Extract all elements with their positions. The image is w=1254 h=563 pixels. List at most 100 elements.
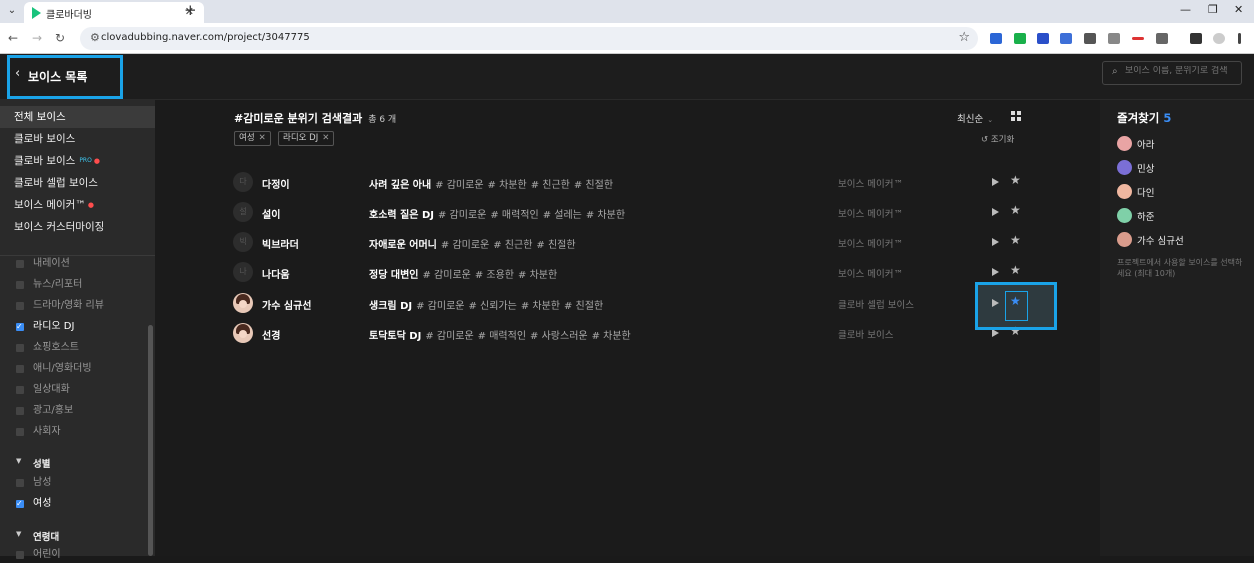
extension-red-icon[interactable]	[1132, 37, 1144, 40]
voice-desc-text: 생크림 DJ	[369, 301, 413, 312]
voice-avatar: 다	[233, 172, 253, 192]
voice-tag: # 조용한	[474, 270, 515, 281]
grid-view-icon[interactable]	[1011, 111, 1021, 121]
sidebar-item-clova-voice-pro[interactable]: 클로바 보이스 PRO ●	[0, 150, 155, 172]
extensions-puzzle-icon[interactable]	[1156, 33, 1168, 44]
tab-title: 클로바더빙	[46, 10, 92, 21]
favorite-star-icon[interactable]: ★	[1010, 203, 1021, 217]
checkbox[interactable]	[16, 344, 24, 352]
sidebar-scrollbar[interactable]	[148, 325, 153, 556]
voice-row[interactable]: 설 설이 호소력 짙은 DJ # 감미로운 # 매력적인 # 설레는 # 차분한 보이스 메이…	[233, 198, 1033, 228]
filter-label: 드라마/영화 리뷰	[33, 300, 104, 311]
favorite-name: 다인	[1137, 188, 1155, 199]
play-icon[interactable]	[992, 329, 999, 337]
voice-description: 자애로운 어머니 # 감미로운 # 친근한 # 친절한	[369, 236, 576, 251]
sidebar-item-voice-maker[interactable]: 보이스 메이커™ ●	[0, 194, 155, 216]
voice-row[interactable]: 빅 빅브라더 자애로운 어머니 # 감미로운 # 친근한 # 친절한 보이스 메이커™ ★	[233, 228, 1033, 258]
favorite-star-icon[interactable]: ★	[1010, 173, 1021, 187]
favorites-panel: 즐겨찾기 5 아라 민상 다인 하준 가수 심규선 프로젝트에서 사용할 보이스를 선택하…	[1100, 100, 1254, 556]
voice-row[interactable]: 가수 심규선 생크림 DJ # 감미로운 # 신뢰가는 # 차분한 # 친절한 클로바 셀럽…	[233, 289, 1033, 319]
new-dot-icon: ●	[87, 201, 94, 209]
voice-tag: # 감미로운	[440, 240, 490, 251]
voice-source: 보이스 메이커™	[838, 269, 903, 280]
new-tab-icon[interactable]: +	[184, 1, 197, 19]
voice-tag: # 차분한	[585, 210, 626, 221]
voice-row[interactable]: 나 나다움 정당 대변인 # 감미로운 # 조용한 # 차분한 보이스 메이커™ ★	[233, 258, 1033, 288]
reload-icon[interactable]: ↻	[55, 31, 65, 45]
checkbox[interactable]	[16, 302, 24, 310]
restore-icon[interactable]: ❐	[1208, 3, 1218, 16]
extension-camera-icon[interactable]	[1060, 33, 1072, 44]
voice-list-back-button[interactable]: ‹ 보이스 목록	[7, 55, 123, 99]
window-close-icon[interactable]: ✕	[1234, 3, 1243, 16]
checkbox[interactable]	[16, 260, 24, 268]
url-field[interactable]: ⚙ clovadubbing.naver.com/project/3047775…	[80, 27, 978, 50]
group-label: 연령대	[33, 532, 60, 543]
sort-dropdown[interactable]: 최신순 ⌄	[957, 111, 993, 125]
reset-icon: ↺	[981, 135, 991, 145]
voice-description: 사려 깊은 아내 # 감미로운 # 차분한 # 친근한 # 친절한	[369, 176, 613, 191]
chip-label: 여성	[239, 133, 255, 143]
voice-row[interactable]: 다 다정이 사려 깊은 아내 # 감미로운 # 차분한 # 친근한 # 친절한 보이스 메이커…	[233, 168, 1033, 198]
voice-description: 호소력 짙은 DJ # 감미로운 # 매력적인 # 설레는 # 차분한	[369, 206, 625, 221]
play-icon[interactable]	[992, 238, 999, 246]
extension-s-icon[interactable]	[1084, 33, 1096, 44]
checkbox-checked[interactable]	[16, 496, 24, 512]
chip-label: 라디오 DJ	[283, 133, 319, 143]
favorite-star-icon[interactable]: ★	[1010, 233, 1021, 247]
voice-description: 생크림 DJ # 감미로운 # 신뢰가는 # 차분한 # 친절한	[369, 297, 603, 312]
extension-shield-icon[interactable]	[990, 33, 1002, 44]
tab-search-icon[interactable]: ⌄	[4, 3, 20, 19]
favorite-star-icon[interactable]: ★	[1010, 263, 1021, 277]
site-info-icon[interactable]: ⚙	[90, 31, 100, 44]
play-icon[interactable]	[992, 208, 999, 216]
voice-tag: # 신뢰가는	[468, 301, 517, 312]
voice-search-box[interactable]: ⌕	[1102, 61, 1242, 85]
filter-chip-female[interactable]: 여성 ✕	[234, 131, 271, 146]
checkbox[interactable]	[16, 407, 24, 415]
chip-remove-icon[interactable]: ✕	[322, 133, 329, 143]
checkbox[interactable]	[16, 551, 24, 559]
extension-green-icon[interactable]	[1014, 33, 1026, 44]
minimize-icon[interactable]: —	[1180, 3, 1191, 16]
forward-arrow-icon[interactable]: →	[32, 31, 42, 45]
chip-remove-icon[interactable]: ✕	[259, 133, 266, 143]
filter-label: 광고/홍보	[33, 405, 74, 416]
checkbox[interactable]	[16, 386, 24, 394]
extension-screenshot-icon[interactable]	[1108, 33, 1120, 44]
checkbox-checked[interactable]	[16, 319, 24, 335]
voice-desc-text: 정당 대변인	[369, 270, 419, 281]
play-icon[interactable]	[992, 178, 999, 186]
voice-desc-text: 호소력 짙은 DJ	[369, 210, 434, 221]
bookmark-star-icon[interactable]: ☆	[958, 30, 970, 45]
checkbox[interactable]	[16, 365, 24, 373]
sidebar-item-clova-voice[interactable]: 클로바 보이스	[0, 128, 155, 150]
profile-avatar-icon[interactable]	[1213, 33, 1225, 44]
filter-chip-radio-dj[interactable]: 라디오 DJ ✕	[278, 131, 335, 146]
voice-avatar	[233, 293, 253, 313]
browser-tab[interactable]: 클로바더빙 ✕	[24, 2, 204, 23]
play-icon[interactable]	[992, 268, 999, 276]
extension-blue-icon[interactable]	[1037, 33, 1049, 44]
reset-filters-button[interactable]: ↺ 조기화	[981, 133, 1014, 145]
sidebar-item-all-voices[interactable]: 전체 보이스	[0, 106, 155, 128]
checkbox[interactable]	[16, 479, 24, 487]
voice-tag: # 감미로운	[437, 210, 487, 221]
back-arrow-icon[interactable]: ←	[8, 31, 18, 45]
side-panel-icon[interactable]	[1190, 33, 1202, 44]
filter-label: 쇼핑호스트	[33, 342, 79, 353]
voice-avatar: 설	[233, 202, 253, 222]
voice-row[interactable]: 선경 토닥토닥 DJ # 감미로운 # 매력적인 # 사랑스러운 # 차분한 클로바 보이스…	[233, 319, 1033, 349]
sidebar-item-voice-customizing[interactable]: 보이스 커스터마이징	[0, 216, 155, 238]
address-bar: ← → ↻ ⚙ clovadubbing.naver.com/project/3…	[0, 23, 1254, 54]
url-text: clovadubbing.naver.com/project/3047775	[101, 32, 310, 43]
voice-search-input[interactable]	[1125, 66, 1239, 76]
sidebar-divider	[0, 255, 155, 256]
voice-tag: # 차분한	[487, 180, 527, 191]
voice-source: 클로바 셀럽 보이스	[838, 300, 914, 311]
sidebar-item-celeb-voice[interactable]: 클로바 셀럽 보이스	[0, 172, 155, 194]
browser-menu-icon[interactable]	[1238, 33, 1241, 44]
checkbox[interactable]	[16, 281, 24, 289]
checkbox[interactable]	[16, 428, 24, 436]
results-count: 총 6 개	[368, 115, 397, 125]
